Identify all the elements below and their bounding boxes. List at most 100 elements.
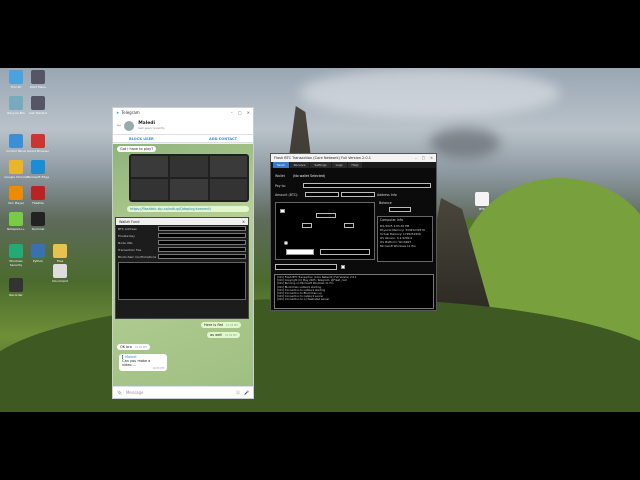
message-composer[interactable]: 📎 Message ☺ 🎤 [113, 386, 253, 398]
chat-header[interactable]: ← Maledi last seen recently [113, 117, 253, 135]
field-label: Transaction Fee [118, 247, 142, 252]
maximize-icon[interactable]: □ [422, 156, 425, 160]
radio-button[interactable] [280, 209, 285, 213]
desktop-icon-label: Opera Browser [26, 149, 50, 153]
pay-to-input[interactable] [303, 183, 431, 188]
back-arrow-icon[interactable]: ← [117, 123, 121, 129]
desktop-icon[interactable]: Document [48, 264, 72, 283]
field-label: BTC Address [118, 226, 137, 231]
message-text: Got I have to play? [120, 147, 154, 151]
app-icon [31, 96, 45, 110]
maximize-icon[interactable]: □ [238, 110, 242, 115]
message-text: Here is flat [204, 323, 224, 327]
minimize-icon[interactable]: – [231, 110, 233, 115]
close-icon[interactable]: ✕ [247, 110, 250, 115]
log-line: [Info] Connection to orchestrated server [277, 298, 330, 302]
checkbox[interactable] [341, 265, 345, 269]
field-input[interactable] [158, 240, 246, 245]
emoji-icon[interactable]: ☺ [236, 390, 240, 395]
wallet-log-text[interactable] [118, 262, 246, 300]
desktop-icon-label: Recycle Bin [7, 111, 25, 115]
field-box[interactable] [302, 223, 312, 228]
cloud [430, 128, 500, 158]
link-text[interactable]: https://flashbtc.zip.co/rollup/Qdeploy/c… [130, 207, 211, 211]
tab-send[interactable]: Send [273, 162, 289, 168]
avatar[interactable] [124, 120, 135, 131]
desktop-icon[interactable]: Recorder [4, 278, 28, 297]
field-input[interactable] [158, 233, 246, 238]
desktop-icon[interactable]: FileZilla [26, 186, 50, 205]
desktop-icon[interactable]: Recycle Bin [4, 96, 28, 115]
desktop-icon[interactable]: Start Menu [26, 70, 50, 89]
tab-help[interactable]: Help [347, 162, 363, 168]
desktop-icon-label: Document [52, 279, 68, 283]
minimize-icon[interactable]: – [415, 156, 417, 160]
message-bubble: OK bro 10:04 PM [117, 344, 150, 350]
desktop-icon[interactable]: Microsoft Edge [26, 160, 50, 179]
field-input[interactable] [158, 247, 246, 252]
log-output[interactable]: [Info] Flash BTC Transaction (Core Netwo… [274, 274, 434, 309]
radio-button[interactable] [284, 241, 288, 245]
desktop-icon[interactable]: Python [26, 244, 50, 263]
image-message[interactable] [129, 154, 249, 202]
desktop-icon-label: Files [56, 259, 64, 263]
action-bar: BLOCK USER ADD CONTACT [113, 135, 253, 143]
desktop-icon[interactable]: Opera Browser [26, 134, 50, 153]
block-user-button[interactable]: BLOCK USER [129, 137, 154, 141]
message-time: 10:04 PM [134, 346, 147, 349]
send-button[interactable] [286, 249, 314, 255]
desktop-icon[interactable]: Control Panel [4, 134, 28, 153]
telegram-titlebar: ➤ Telegram – □ ✕ [113, 108, 253, 117]
app-icon [9, 96, 23, 110]
wallet-field-row: Blockchain Confirmations [116, 253, 248, 260]
desktop-icon[interactable]: Windows Security [4, 244, 28, 267]
amount-input[interactable] [305, 192, 339, 197]
add-contact-button[interactable]: ADD CONTACT [209, 137, 237, 141]
tab-logs[interactable]: Logs [331, 162, 347, 168]
desktop-icon-label: Notepad++ [7, 227, 25, 231]
desktop-icon-label: This PC [10, 85, 22, 89]
desktop-icon[interactable]: VLC Player [4, 186, 28, 205]
telegram-logo-icon: ➤ [116, 110, 120, 115]
balance-value [389, 207, 411, 212]
pay-to-label: Pay to: [275, 184, 286, 188]
close-icon[interactable]: ✕ [430, 156, 433, 160]
desktop-icon[interactable]: Get Started [26, 96, 50, 115]
message-input[interactable]: Message [126, 390, 144, 395]
desktop-icon-label: Python [32, 259, 44, 263]
link-message[interactable]: https://flashbtc.zip.co/rollup/Qdeploy/c… [127, 206, 249, 212]
amount-label: Amount (BTC): [275, 193, 299, 197]
mic-icon[interactable]: 🎤 [244, 390, 249, 395]
field-box[interactable] [316, 213, 336, 218]
desktop-icon-label: VLC Player [7, 201, 25, 205]
reply-message: Maledi Can you make a video.... 10:05 PM [119, 354, 167, 371]
attach-icon[interactable]: 📎 [117, 390, 122, 395]
field-input[interactable] [158, 254, 246, 259]
tab-receive[interactable]: Receive [289, 162, 310, 168]
desktop-icon-btc[interactable]: BTC [470, 192, 494, 211]
desktop-icon[interactable]: This PC [4, 70, 28, 89]
image-grid [131, 156, 247, 200]
desktop-icon[interactable]: Files [48, 244, 72, 263]
desktop: This PC Start Menu Recycle Bin Get Started C… [0, 68, 640, 412]
fee-input[interactable] [341, 192, 375, 197]
message-time: 10:04 PM [225, 334, 237, 337]
desktop-icon[interactable]: Notepad++ [4, 212, 28, 231]
computer-info-panel: Computer Info 8/1/2025 2:05:30 PM Physica… [377, 216, 433, 262]
desktop-icon-label: Google Chrome [4, 175, 28, 179]
close-icon[interactable]: ✕ [242, 220, 245, 224]
field-box[interactable] [344, 223, 354, 228]
tab-settings[interactable]: Settings [310, 162, 331, 168]
app-icon [31, 134, 45, 148]
field-input[interactable] [158, 226, 246, 231]
message-bubble: Got I have to play? [117, 146, 157, 152]
status-field[interactable] [320, 249, 370, 255]
app-title: Telegram [121, 110, 140, 115]
desktop-icon[interactable]: Terminal [26, 212, 50, 231]
desktop-icon[interactable]: Google Chrome [4, 160, 28, 179]
wallet-field-row: Node URL [116, 239, 248, 246]
address-info-label: Address Info [377, 193, 397, 197]
app-icon [31, 186, 45, 200]
message-bubble: as well 10:04 PM [207, 332, 240, 338]
desktop-icon-label: FileZilla [32, 201, 44, 205]
